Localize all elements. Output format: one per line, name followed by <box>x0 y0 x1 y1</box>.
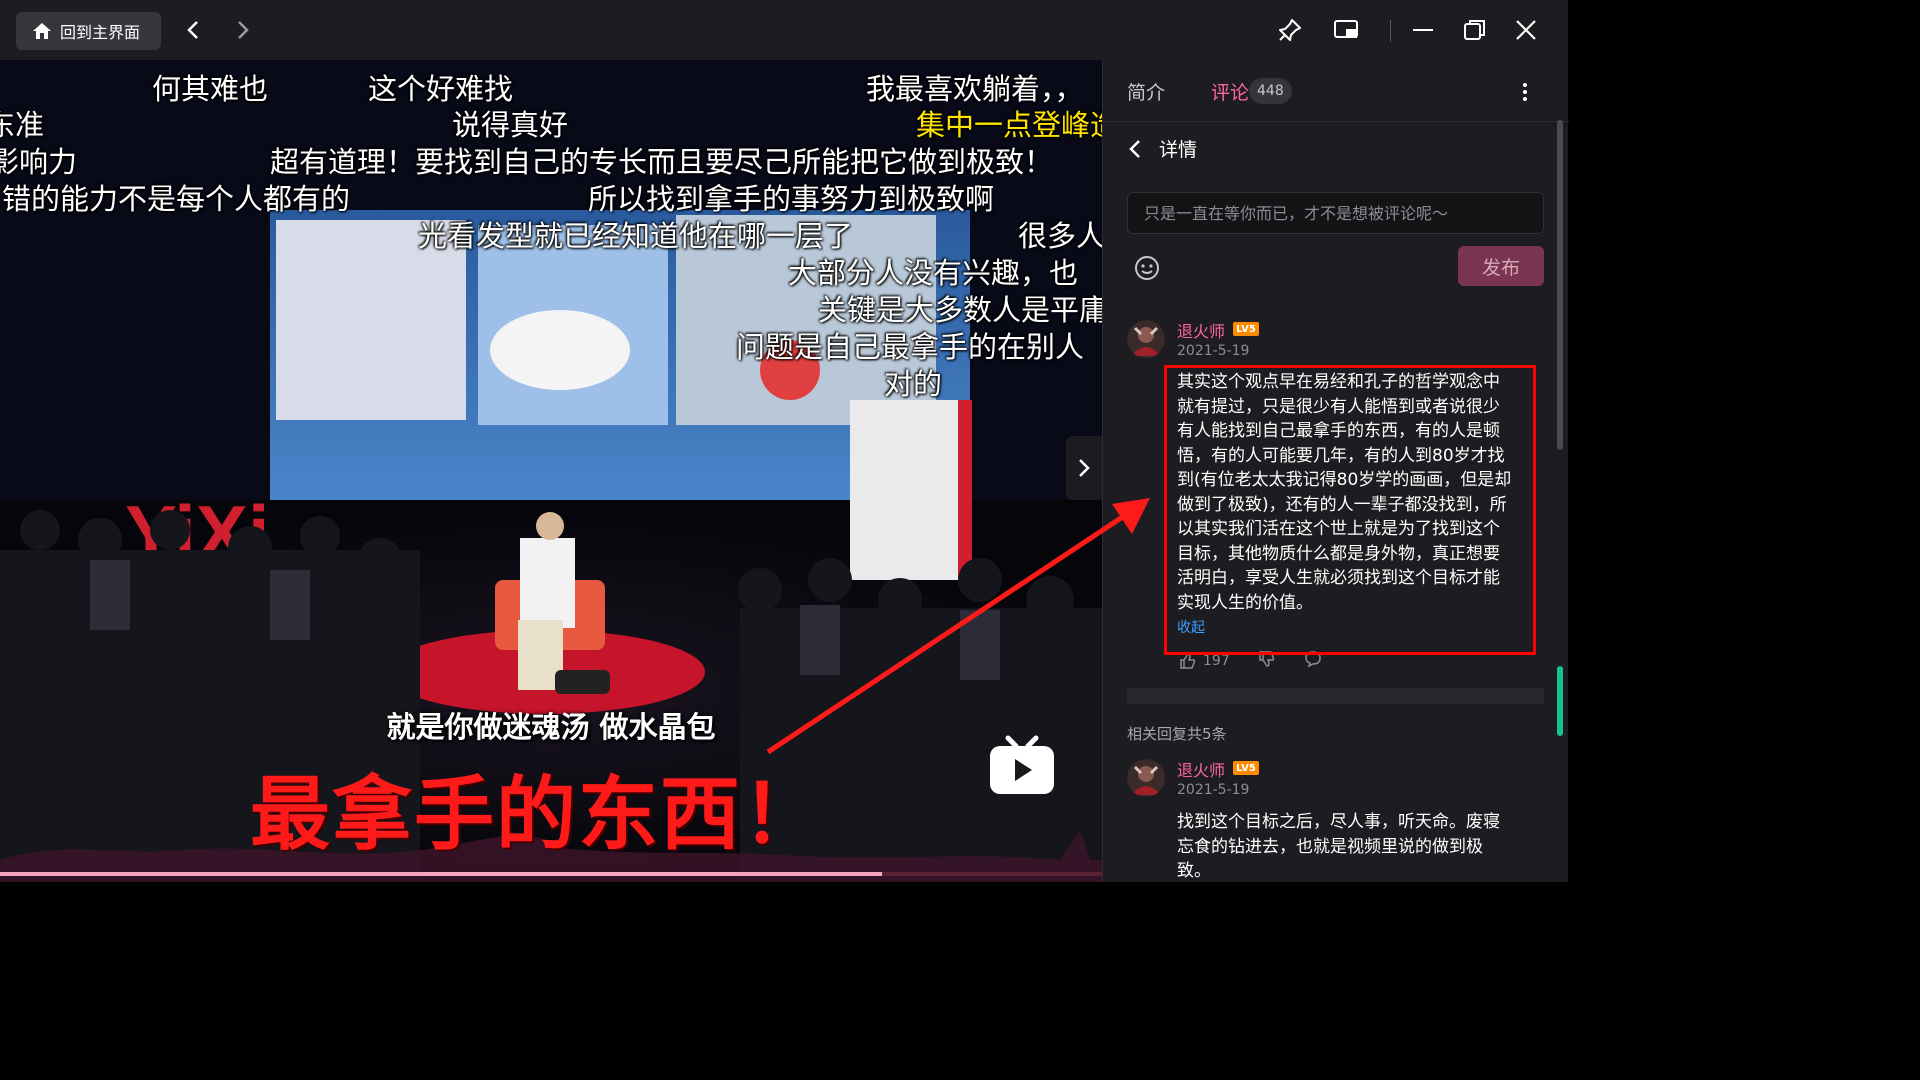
danmaku-comment: 很多人 <box>1018 219 1102 253</box>
scrollbar-thumb[interactable] <box>1557 666 1563 736</box>
detail-header[interactable]: 详情 <box>1129 135 1197 162</box>
pin-button[interactable] <box>1274 14 1306 46</box>
danmaku-comment: 对的 <box>884 367 943 401</box>
progress-bar[interactable] <box>0 872 1102 876</box>
reply-username[interactable]: 退火师 <box>1177 757 1225 781</box>
mini-player-button[interactable] <box>1330 14 1362 46</box>
forward-button[interactable] <box>229 16 257 44</box>
comment-line: 找到这个目标之后，尽人事，听天命。废寝 <box>1177 812 1500 832</box>
reply-body: 找到这个目标之后，尽人事，听天命。废寝 忘食的钻进去，也就是视频里说的做到极 致。 <box>1177 810 1500 884</box>
danmaku-comment: 关键是大多数人是平庸 <box>818 293 1102 327</box>
danmaku-comment: 东准 <box>0 108 45 142</box>
progress-fill <box>0 872 882 876</box>
pin-icon <box>1279 19 1301 41</box>
side-panel: 简介 评论 448 详情 发布 退火师 LV5 2021-5-19 其实这个观点… <box>1102 60 1569 884</box>
danmaku-comment: 影响力 <box>0 145 78 179</box>
tab-intro[interactable]: 简介 <box>1127 78 1165 105</box>
danmaku-comment: 问题是自己最拿手的在别人 <box>736 330 1085 364</box>
close-button[interactable] <box>1510 14 1542 46</box>
danmaku-comment: 光看发型就已经知道他在哪一层了 <box>418 219 854 253</box>
comment-line: 有人能找到自己最拿手的东西，有的人是顿 <box>1177 421 1500 441</box>
comment-line: 到(有位老太太我记得80岁学的画画，但是却 <box>1177 470 1512 490</box>
next-button[interactable] <box>1066 436 1102 500</box>
comment-bubble-icon <box>1304 651 1321 668</box>
danmaku-comment: 大部分人没有兴趣，也 <box>788 256 1079 290</box>
comment-count-badge: 448 <box>1249 78 1292 104</box>
panel-tabs: 简介 评论 448 <box>1103 60 1569 122</box>
collapse-link[interactable]: 收起 <box>1177 617 1205 637</box>
comment-line: 目标，其他物质什么都是身外物，真正想要 <box>1177 543 1500 564</box>
publish-button[interactable]: 发布 <box>1458 246 1544 286</box>
dislike-button[interactable] <box>1258 650 1276 672</box>
danmaku-comment: 所以找到拿手的事努力到极致啊 <box>588 182 995 216</box>
comment-line: 活明白，享受人生就必须找到这个目标才能 <box>1177 568 1500 588</box>
reply-button[interactable] <box>1304 650 1322 672</box>
home-button[interactable]: 回到主界面 <box>16 12 161 50</box>
avatar[interactable] <box>1127 759 1165 797</box>
bilibili-tv-icon <box>990 735 1054 794</box>
video-player[interactable]: YiXi 何其难也 这个好难找 我最喜欢躺着，， 东准 说得真好 影响力 超有道理！要找到自… <box>0 60 1102 882</box>
titlebar-separator <box>1390 20 1391 42</box>
tab-comments[interactable]: 评论 <box>1211 78 1249 105</box>
more-vertical-icon[interactable] <box>1513 80 1537 104</box>
comment-line: 忘食的钻进去，也就是视频里说的做到极 <box>1177 836 1483 857</box>
comment-line: 悟，有的人可能要几年，有的人到80岁才找 <box>1177 445 1505 466</box>
like-count: 197 <box>1203 653 1230 669</box>
comment-username[interactable]: 退火师 <box>1177 318 1225 342</box>
level-badge: LV5 <box>1233 761 1259 775</box>
comment-line: 以其实我们活在这个世上就是为了找到这个 <box>1177 519 1500 539</box>
danmaku-comment: 超有道理！要找到自己的专长而且要尽己所能把它做到极致！ <box>270 145 1054 179</box>
maximize-button[interactable] <box>1459 14 1491 46</box>
avatar-image <box>1127 759 1165 797</box>
danmaku-comment: 说得真好 <box>452 108 569 142</box>
danmaku-comment-highlight: 集中一点登峰造 <box>916 108 1102 142</box>
danmaku-comment: 何其难也 <box>152 72 269 106</box>
chevron-right-icon <box>238 21 249 39</box>
comment-line: 做到了极致)，还有的人一辈子都没找到，所 <box>1177 494 1507 515</box>
detail-title: 详情 <box>1159 139 1198 161</box>
comment-date: 2021-5-19 <box>1177 343 1250 359</box>
mini-player-icon <box>1334 20 1358 38</box>
emoji-icon[interactable] <box>1133 254 1161 282</box>
title-bar: 回到主界面 <box>0 0 1568 60</box>
avatar-image <box>1127 320 1165 358</box>
like-button[interactable]: 197 <box>1179 652 1230 670</box>
reply-date: 2021-5-19 <box>1177 782 1250 798</box>
comment-line: 致。 <box>1177 861 1211 881</box>
level-badge: LV5 <box>1233 322 1259 336</box>
comment-input[interactable] <box>1127 192 1544 234</box>
chevron-left-icon <box>187 21 198 39</box>
comment-line: 实现人生的价值。 <box>1177 592 1313 613</box>
comment-body: 其实这个观点早在易经和孔子的哲学观念中 就有提过，只是很少有人能悟到或者说很少 有人… <box>1177 370 1511 615</box>
minimize-button[interactable] <box>1407 14 1439 46</box>
danmaku-comment: 错的能力不是每个人都有的 <box>2 182 351 216</box>
comment-line: 就有提过，只是很少有人能悟到或者说很少 <box>1177 396 1500 417</box>
scrollbar-track[interactable] <box>1557 120 1563 450</box>
restore-icon <box>1464 20 1485 40</box>
replies-count: 相关回复共5条 <box>1127 725 1227 743</box>
thumbs-up-icon <box>1180 653 1196 669</box>
avatar[interactable] <box>1127 320 1165 358</box>
minimize-icon <box>1413 29 1433 31</box>
video-caption: 最拿手的东西！ <box>250 768 824 861</box>
close-icon <box>1516 20 1536 40</box>
comment-line: 其实这个观点早在易经和孔子的哲学观念中 <box>1177 372 1500 392</box>
home-icon <box>33 23 51 39</box>
comment-actions: 197 <box>1179 650 1322 672</box>
section-divider <box>1127 688 1544 704</box>
home-button-label: 回到主界面 <box>60 23 141 42</box>
chevron-right-icon <box>1079 459 1090 477</box>
thumbs-down-icon <box>1258 651 1274 667</box>
video-subtitle: 就是你做迷魂汤 做水晶包 <box>386 710 716 744</box>
back-button[interactable] <box>179 16 207 44</box>
chevron-left-icon <box>1129 139 1140 158</box>
